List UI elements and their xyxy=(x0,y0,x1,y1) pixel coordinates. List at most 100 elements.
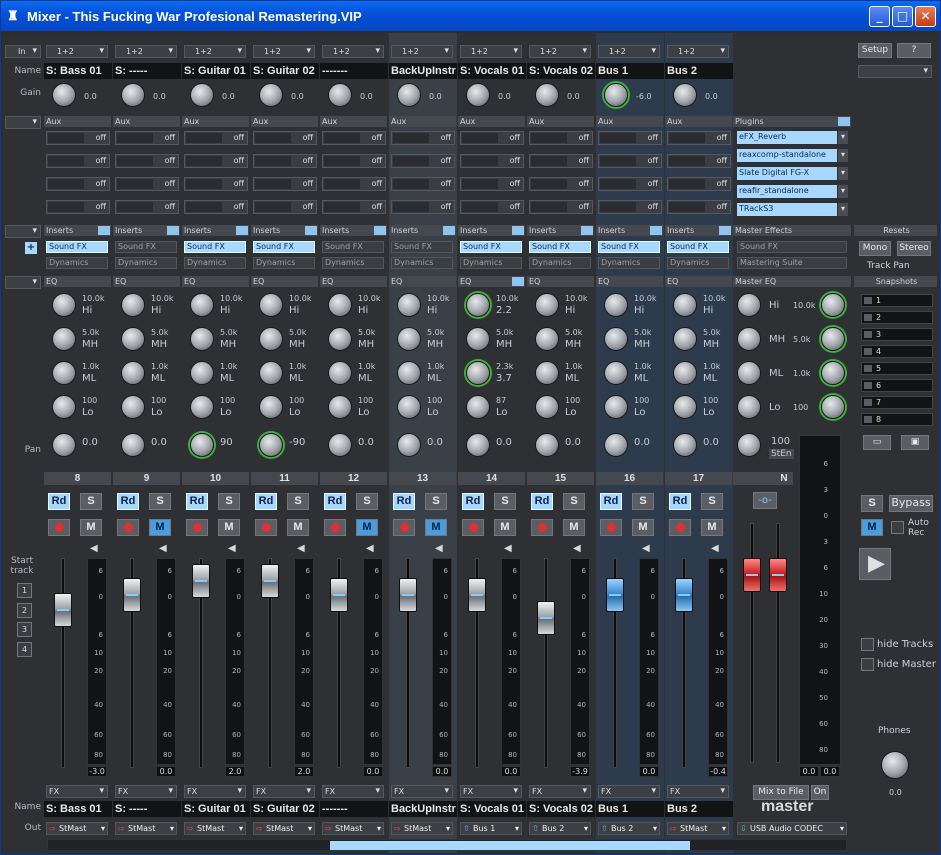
eq-band-knob[interactable] xyxy=(466,395,490,419)
input-select[interactable]: 1+2 xyxy=(184,45,246,58)
mute-button[interactable]: M xyxy=(149,519,171,536)
eq-band-knob[interactable] xyxy=(466,361,490,385)
plugins-toggle[interactable] xyxy=(838,117,850,126)
speaker-icon[interactable]: ◀ xyxy=(435,543,443,554)
mute-button[interactable]: M xyxy=(632,519,654,536)
aux-send[interactable]: off xyxy=(598,177,662,191)
record-button[interactable] xyxy=(462,519,484,536)
aux-send[interactable]: off xyxy=(529,200,593,214)
inserts-toggle[interactable] xyxy=(374,226,386,235)
eq-band-knob[interactable] xyxy=(673,361,697,385)
input-select[interactable]: 1+2 xyxy=(391,45,453,58)
dynamics-insert[interactable]: Dynamics xyxy=(667,257,729,269)
aux-send-bar[interactable] xyxy=(393,156,429,166)
eq-band-knob[interactable] xyxy=(535,395,559,419)
eq-band-knob[interactable] xyxy=(466,293,490,317)
record-button[interactable] xyxy=(600,519,622,536)
aux-send-bar[interactable] xyxy=(462,179,498,189)
snapshot-slot[interactable]: 7 xyxy=(861,396,933,409)
eq-band-knob[interactable] xyxy=(673,327,697,351)
input-select[interactable]: 1+2 xyxy=(529,45,591,58)
plugin-dropdown[interactable]: ▾ xyxy=(838,131,848,144)
aux-send-bar[interactable] xyxy=(117,202,153,212)
aux-send[interactable]: off xyxy=(529,154,593,168)
inserts-toggle[interactable] xyxy=(167,226,179,235)
fx-select[interactable]: FX xyxy=(184,785,246,798)
aux-send-bar[interactable] xyxy=(117,179,153,189)
fx-select[interactable]: FX xyxy=(115,785,177,798)
record-button[interactable] xyxy=(393,519,415,536)
solo-button[interactable]: S xyxy=(80,493,102,510)
eq-band-knob[interactable] xyxy=(52,293,76,317)
aux-send-bar[interactable] xyxy=(600,202,636,212)
speaker-icon[interactable]: ◀ xyxy=(90,543,98,554)
volume-fader[interactable] xyxy=(123,578,141,612)
record-arm-button[interactable]: Rd xyxy=(669,493,691,510)
aux-send-bar[interactable] xyxy=(393,133,429,143)
aux-send-bar[interactable] xyxy=(324,179,360,189)
speaker-icon[interactable]: ◀ xyxy=(642,543,650,554)
master-eq-gain-knob[interactable] xyxy=(737,327,761,351)
eq-band-knob[interactable] xyxy=(328,361,352,385)
aux-send[interactable]: off xyxy=(115,200,179,214)
speaker-icon[interactable]: ◀ xyxy=(159,543,167,554)
eq-band-knob[interactable] xyxy=(397,395,421,419)
speaker-icon[interactable]: ◀ xyxy=(711,543,719,554)
aux-send-bar[interactable] xyxy=(186,179,222,189)
input-select[interactable]: 1+2 xyxy=(667,45,729,58)
aux-send-bar[interactable] xyxy=(255,156,291,166)
solo-button[interactable]: S xyxy=(701,493,723,510)
pan-knob[interactable] xyxy=(190,433,214,457)
inserts-toggle[interactable] xyxy=(305,226,317,235)
eq-band-knob[interactable] xyxy=(190,293,214,317)
fx-select[interactable]: FX xyxy=(46,785,108,798)
record-arm-button[interactable]: Rd xyxy=(600,493,622,510)
volume-fader[interactable] xyxy=(54,593,72,627)
sound-fx-insert[interactable]: Sound FX xyxy=(46,241,108,253)
output-select[interactable]: ⇧ Bus 1 xyxy=(460,822,522,835)
start-track-3[interactable]: 3 xyxy=(17,622,32,637)
master-mute-button[interactable]: M xyxy=(861,519,883,536)
eq-band-knob[interactable] xyxy=(604,395,628,419)
eq-band-knob[interactable] xyxy=(121,293,145,317)
output-select[interactable]: ⇨ StMast xyxy=(184,822,246,835)
sound-fx-insert[interactable]: Sound FX xyxy=(460,241,522,253)
record-arm-button[interactable]: Rd xyxy=(48,493,70,510)
record-button[interactable] xyxy=(186,519,208,536)
record-button[interactable] xyxy=(48,519,70,536)
channel-name[interactable]: S: Vocals 02 xyxy=(527,63,595,79)
record-arm-button[interactable]: Rd xyxy=(186,493,208,510)
aux-send[interactable]: off xyxy=(322,200,386,214)
eq-band-knob[interactable] xyxy=(535,361,559,385)
aux-send[interactable]: off xyxy=(253,154,317,168)
setup-button[interactable]: Setup xyxy=(858,43,892,58)
gain-knob[interactable] xyxy=(397,83,421,107)
mute-button[interactable]: M xyxy=(356,519,378,536)
master-eq-freq-knob[interactable] xyxy=(821,395,845,419)
inserts-row-toggle[interactable] xyxy=(5,225,41,238)
eq-band-knob[interactable] xyxy=(259,327,283,351)
aux-send-bar[interactable] xyxy=(531,179,567,189)
solo-button[interactable]: S xyxy=(287,493,309,510)
solo-button[interactable]: S xyxy=(632,493,654,510)
volume-fader[interactable] xyxy=(537,601,555,635)
master-eq-freq-knob[interactable] xyxy=(821,361,845,385)
aux-send-bar[interactable] xyxy=(324,156,360,166)
inserts-toggle[interactable] xyxy=(581,226,593,235)
channel-name[interactable]: S: Vocals 01 xyxy=(458,63,526,79)
eq-row-toggle[interactable] xyxy=(5,276,41,289)
snapshot-slot[interactable]: 5 xyxy=(861,362,933,375)
dynamics-insert[interactable]: Dynamics xyxy=(322,257,384,269)
right-select[interactable] xyxy=(858,65,932,78)
hide-tracks-checkbox[interactable] xyxy=(861,638,874,651)
gain-knob[interactable] xyxy=(121,83,145,107)
record-arm-button[interactable]: Rd xyxy=(462,493,484,510)
eq-band-knob[interactable] xyxy=(604,361,628,385)
pan-knob[interactable] xyxy=(52,433,76,457)
volume-fader[interactable] xyxy=(399,578,417,612)
master-eq-gain-knob[interactable] xyxy=(737,293,761,317)
aux-send[interactable]: off xyxy=(322,177,386,191)
aux-send-bar[interactable] xyxy=(117,156,153,166)
aux-send[interactable]: off xyxy=(46,200,110,214)
start-track-1[interactable]: 1 xyxy=(17,583,32,598)
